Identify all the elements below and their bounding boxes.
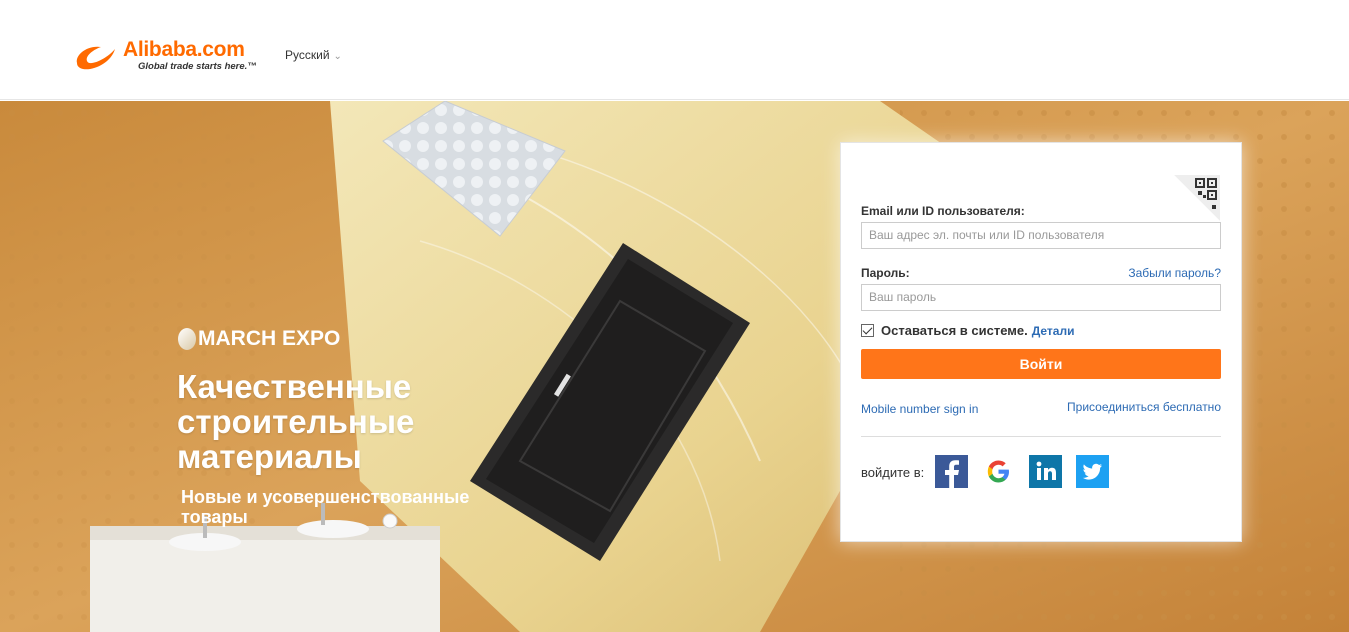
mobile-sign-in-link[interactable]: Mobile number sign in	[861, 402, 978, 416]
details-link[interactable]: Детали	[1032, 324, 1075, 338]
divider	[861, 436, 1221, 437]
twitter-icon[interactable]	[1076, 455, 1109, 488]
forgot-password-link[interactable]: Забыли пароль?	[1128, 266, 1221, 280]
top-header: Alibaba.com Global trade starts here.™ Р…	[0, 0, 1349, 100]
password-input[interactable]: Ваш пароль	[861, 284, 1221, 311]
march-expo-badge: MARCH EXPO	[178, 325, 340, 353]
hero-headline: Качественные строительные материалы	[177, 368, 415, 475]
qr-code-icon[interactable]	[1174, 175, 1220, 221]
linkedin-icon[interactable]	[1029, 455, 1062, 488]
hero-banner: MARCH EXPO Качественные строительные мат…	[0, 101, 1349, 632]
logo-wordmark: Alibaba.com	[123, 38, 245, 61]
expo-badge-label: MARCH EXPO	[198, 327, 341, 350]
chevron-down-icon: ⌄	[333, 51, 342, 62]
password-label: Пароль:	[861, 266, 910, 280]
hero-subheadline: Новые и усовершенствованные товары	[181, 487, 470, 527]
alibaba-logo-icon	[76, 46, 115, 70]
email-input[interactable]: Ваш адрес эл. почты или ID пользователя	[861, 222, 1221, 249]
login-card: Email или ID пользователя: Ваш адрес эл.…	[840, 142, 1242, 542]
social-login-label: войдите в:	[861, 465, 925, 480]
logo-tagline: Global trade starts here.™	[138, 61, 257, 72]
facebook-icon[interactable]	[935, 455, 968, 488]
remember-me-row: Оставаться в системе. Детали	[861, 323, 1074, 338]
language-label: Русский	[285, 48, 330, 62]
join-free-link[interactable]: Присоединиться бесплатно	[1067, 400, 1221, 414]
remember-me-label: Оставаться в системе.	[881, 323, 1028, 338]
remember-me-checkbox[interactable]	[861, 324, 874, 337]
google-icon[interactable]	[982, 455, 1015, 488]
email-label: Email или ID пользователя:	[861, 204, 1025, 218]
expo-logo-icon	[178, 328, 196, 350]
alibaba-logo[interactable]: Alibaba.com Global trade starts here.™	[73, 38, 273, 78]
sign-in-button[interactable]: Войти	[861, 349, 1221, 379]
language-selector[interactable]: Русский ⌄	[285, 48, 342, 62]
